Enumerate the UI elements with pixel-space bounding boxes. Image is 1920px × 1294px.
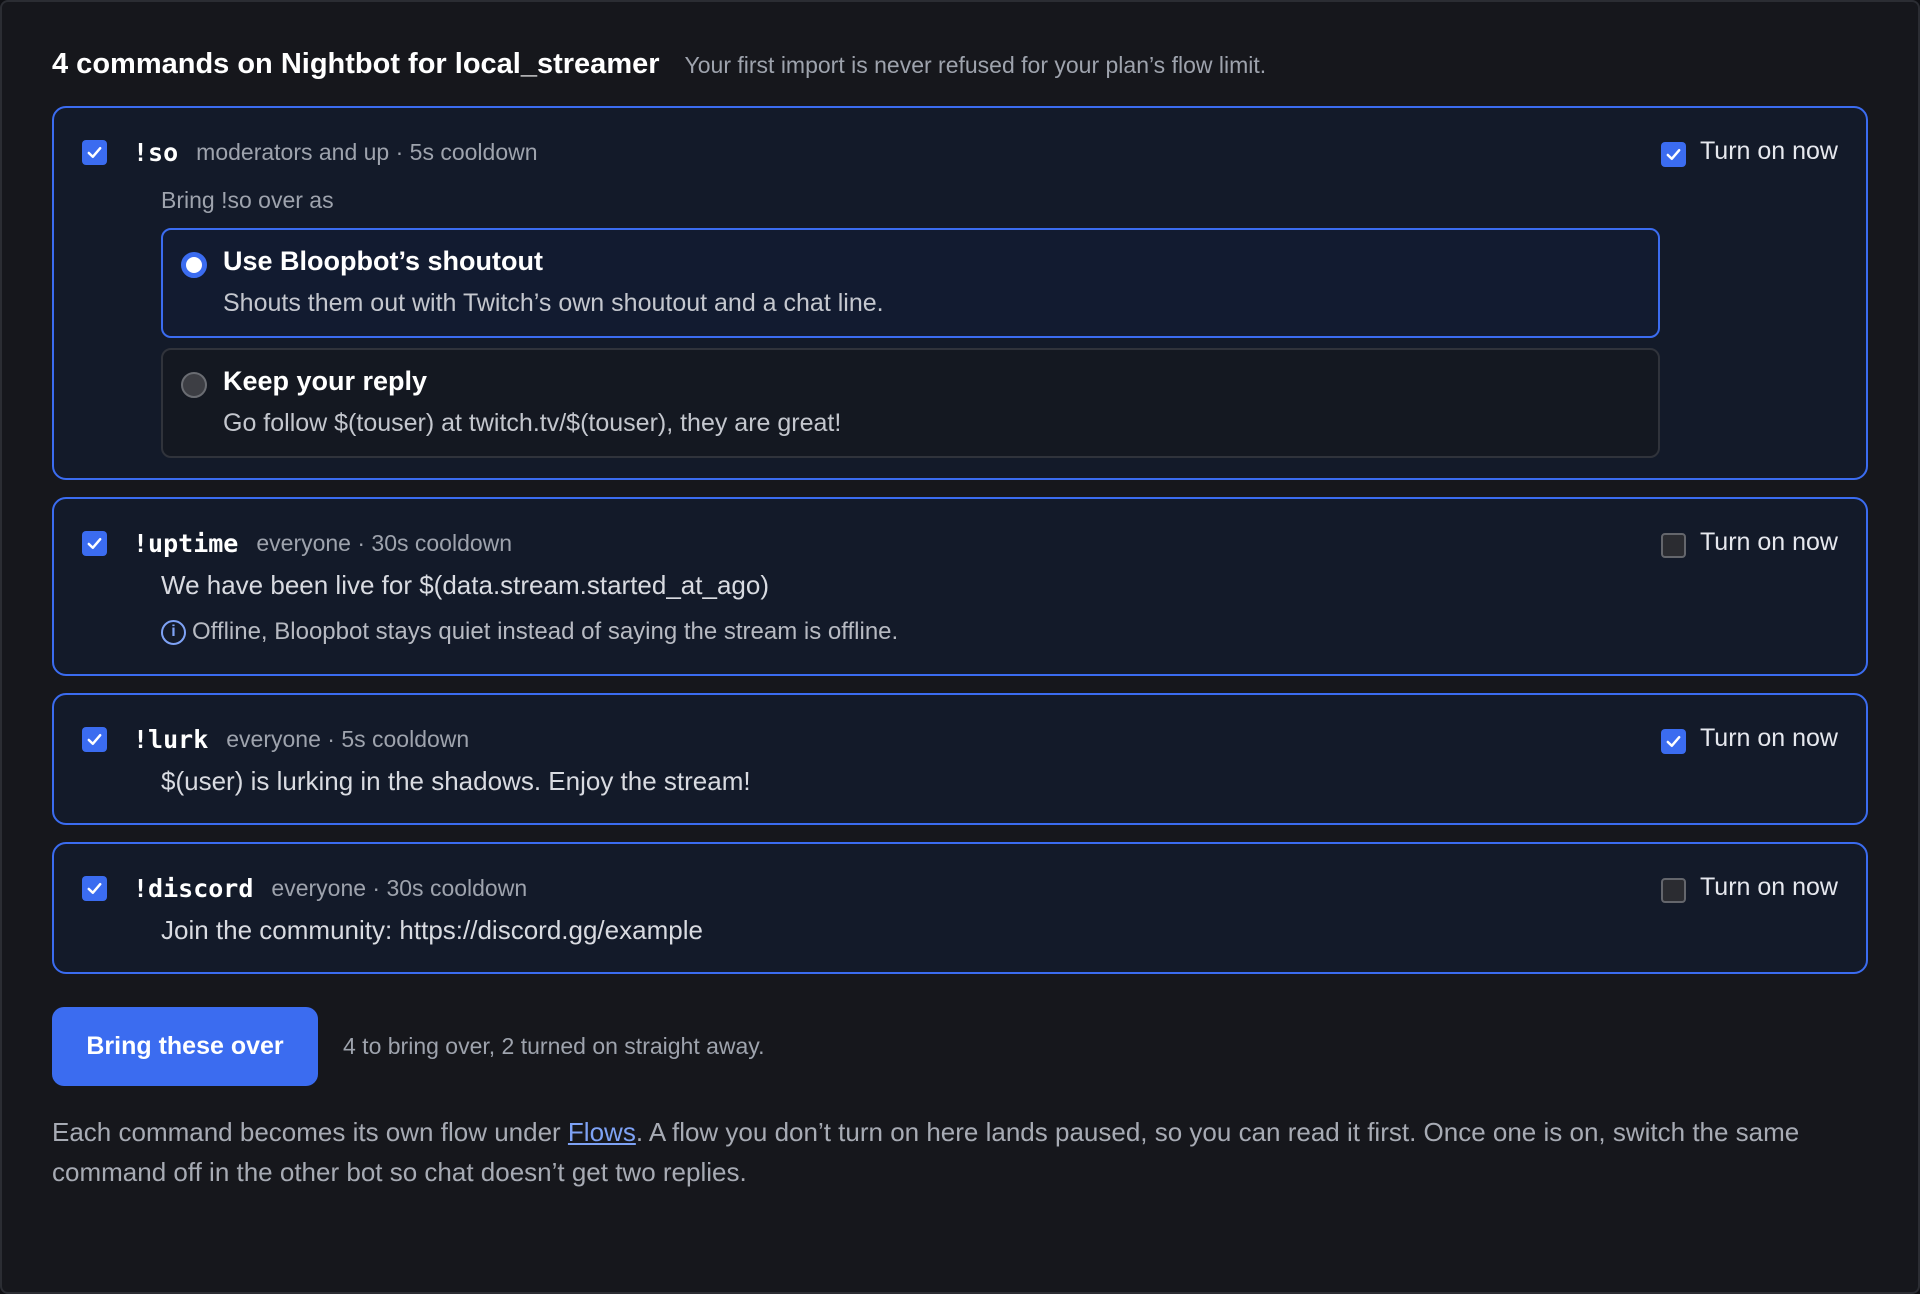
- command-name: !lurk: [133, 724, 209, 754]
- option-keep-reply[interactable]: Keep your reply Go follow $(touser) at t…: [161, 348, 1660, 458]
- include-checkbox-lurk[interactable]: [82, 726, 107, 752]
- turn-on-toggle-discord[interactable]: Turn on now: [1660, 872, 1838, 903]
- info-icon: i: [161, 619, 186, 645]
- bring-as-label: Bring !so over as: [161, 187, 334, 213]
- page-title: 4 commands on Nightbot for local_streame…: [52, 48, 660, 80]
- command-header: !discord everyone · 30s cooldown: [82, 873, 1838, 903]
- turn-on-checkbox[interactable]: [1660, 142, 1686, 167]
- command-body: Bring !so over as Use Bloopbot’s shoutou…: [161, 187, 1838, 458]
- check-icon: [1666, 735, 1681, 748]
- note-text: Offline, Bloopbot stays quiet instead of…: [192, 618, 899, 645]
- turn-on-label: Turn on now: [1699, 873, 1838, 901]
- command-reply: $(user) is lurking in the shadows. Enjoy…: [161, 766, 751, 796]
- turn-on-toggle-uptime[interactable]: Turn on now: [1660, 527, 1838, 558]
- command-card-so: !so moderators and up · 5s cooldown Turn…: [52, 106, 1868, 480]
- check-icon: [87, 882, 102, 894]
- radio-unselected-icon[interactable]: [181, 372, 207, 398]
- command-header: !uptime everyone · 30s cooldown: [82, 528, 1838, 558]
- turn-on-checkbox[interactable]: [1660, 729, 1686, 754]
- option-bloopbot-shoutout[interactable]: Use Bloopbot’s shoutout Shouts them out …: [161, 228, 1660, 338]
- page-subtitle: Your first import is never refused for y…: [684, 52, 1267, 78]
- check-icon: [87, 733, 102, 745]
- turn-on-label: Turn on now: [1699, 528, 1838, 556]
- panel-header: 4 commands on Nightbot for local_streame…: [52, 48, 1868, 88]
- option-title: Use Bloopbot’s shoutout: [223, 246, 543, 276]
- flows-link[interactable]: Flows: [568, 1117, 636, 1147]
- check-icon: [1666, 148, 1681, 161]
- command-body: $(user) is lurking in the shadows. Enjoy…: [161, 766, 1838, 797]
- command-reply: We have been live for $(data.stream.star…: [161, 570, 769, 600]
- command-header: !so moderators and up · 5s cooldown: [82, 137, 1838, 167]
- command-name: !uptime: [133, 528, 239, 558]
- radio-selected-icon[interactable]: [181, 252, 207, 278]
- command-meta: everyone · 30s cooldown: [271, 874, 528, 901]
- include-checkbox-discord[interactable]: [82, 875, 107, 901]
- turn-on-label: Turn on now: [1699, 137, 1838, 165]
- check-icon: [87, 146, 102, 158]
- command-card-uptime: !uptime everyone · 30s cooldown Turn on …: [52, 497, 1868, 676]
- include-checkbox-so[interactable]: [82, 139, 107, 165]
- command-meta: everyone · 30s cooldown: [256, 529, 513, 556]
- option-title: Keep your reply: [223, 366, 428, 396]
- action-row: Bring these over 4 to bring over, 2 turn…: [52, 1007, 1868, 1086]
- turn-on-label: Turn on now: [1699, 724, 1838, 752]
- command-card-discord: !discord everyone · 30s cooldown Turn on…: [52, 842, 1868, 974]
- option-description: Shouts them out with Twitch’s own shouto…: [223, 289, 884, 317]
- command-header: !lurk everyone · 5s cooldown: [82, 724, 1838, 754]
- selection-summary: 4 to bring over, 2 turned on straight aw…: [343, 1033, 765, 1059]
- command-body: We have been live for $(data.stream.star…: [161, 570, 1838, 646]
- include-checkbox-uptime[interactable]: [82, 530, 107, 556]
- check-icon: [87, 537, 102, 549]
- command-name: !so: [133, 137, 179, 167]
- turn-on-toggle-so[interactable]: Turn on now: [1660, 136, 1838, 167]
- explanation-text: Each command becomes its own flow under …: [52, 1112, 1852, 1192]
- command-card-lurk: !lurk everyone · 5s cooldown Turn on now…: [52, 693, 1868, 825]
- turn-on-checkbox[interactable]: [1660, 533, 1686, 558]
- command-body: Join the community: https://discord.gg/e…: [161, 915, 1838, 946]
- explain-before: Each command becomes its own flow under: [52, 1117, 568, 1147]
- offline-note: i Offline, Bloopbot stays quiet instead …: [161, 618, 1838, 646]
- bring-these-over-button[interactable]: Bring these over: [52, 1007, 318, 1086]
- command-reply: Join the community: https://discord.gg/e…: [161, 915, 703, 945]
- option-description: Go follow $(touser) at twitch.tv/$(touse…: [223, 409, 842, 437]
- turn-on-toggle-lurk[interactable]: Turn on now: [1660, 723, 1838, 754]
- command-meta: everyone · 5s cooldown: [226, 725, 470, 752]
- turn-on-checkbox[interactable]: [1660, 878, 1686, 903]
- command-name: !discord: [133, 873, 254, 903]
- command-meta: moderators and up · 5s cooldown: [196, 138, 538, 165]
- import-panel: 4 commands on Nightbot for local_streame…: [0, 0, 1920, 1294]
